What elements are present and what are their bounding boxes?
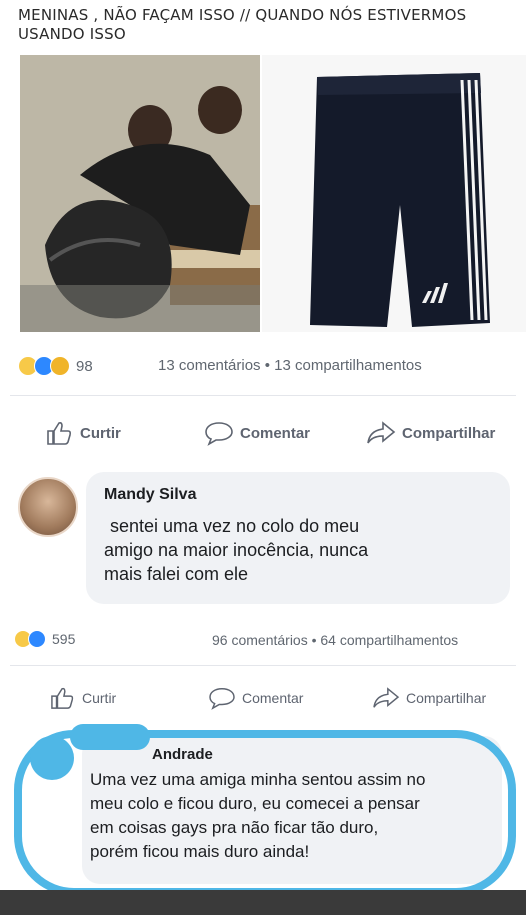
bottom-bar [0, 890, 526, 915]
meme-photo-shorts [262, 55, 526, 332]
like-button[interactable]: Curtir [46, 420, 121, 446]
avatar[interactable] [18, 477, 78, 537]
comment-text: sentei uma vez no colo do meu amigo na m… [104, 514, 368, 586]
divider [10, 395, 516, 396]
like-reaction-icon [28, 630, 46, 648]
avatar[interactable] [30, 736, 74, 780]
share-label: Compartilhar [402, 424, 496, 442]
comment-button[interactable]: Comentar [204, 420, 310, 446]
comment-author[interactable]: Mandy Silva [104, 486, 196, 504]
comment-line: em coisas gays pra não ficar tão duro, [90, 818, 379, 837]
comment-icon [205, 422, 233, 446]
comment-label: Comentar [242, 690, 304, 706]
highlight-scribble [70, 724, 150, 750]
share-icon [367, 421, 396, 444]
like-label: Curtir [82, 690, 117, 706]
thumbs-up-icon [47, 422, 72, 445]
like-button[interactable]: Curtir [50, 686, 116, 710]
comment-line: Uma vez uma amiga minha sentou assim no [90, 770, 426, 789]
comment-button[interactable]: Comentar [208, 686, 303, 710]
meme-caption: MENINAS , NÃO FAÇAM ISSO // QUANDO NÓS E… [18, 6, 467, 43]
comment-label: Comentar [240, 424, 311, 442]
share-icon [373, 687, 400, 708]
comment-author[interactable]: Andrade [152, 746, 213, 763]
share-button[interactable]: Compartilhar [366, 420, 495, 446]
divider [10, 665, 516, 666]
comment-text: Uma vez uma amiga minha sentou assim no … [90, 768, 425, 864]
sad-reaction-icon [50, 356, 70, 376]
comment-icon [209, 688, 235, 710]
comment-line: sentei uma vez no colo do meu [110, 516, 360, 536]
comment-line: porém ficou mais duro ainda! [90, 842, 310, 861]
reaction-count: 98 [76, 357, 93, 375]
reactions-summary[interactable]: 98 [18, 356, 93, 376]
share-button[interactable]: Compartilhar [372, 686, 486, 710]
like-label: Curtir [80, 424, 121, 442]
reactions-summary-2[interactable]: 595 [14, 630, 75, 648]
thumbs-up-icon [51, 687, 74, 709]
comment-line: mais falei com ele [104, 564, 249, 584]
post-stats[interactable]: 13 comentários • 13 compartilhamentos [158, 357, 422, 374]
comment-line: meu colo e ficou duro, eu comecei a pens… [90, 794, 420, 813]
post-stats[interactable]: 96 comentários • 64 compartilhamentos [212, 632, 458, 648]
meme-photo-left [20, 55, 260, 332]
comment-line: amigo na maior inocência, nunca [104, 540, 369, 560]
reaction-count: 595 [52, 631, 76, 647]
share-label: Compartilhar [406, 690, 487, 706]
